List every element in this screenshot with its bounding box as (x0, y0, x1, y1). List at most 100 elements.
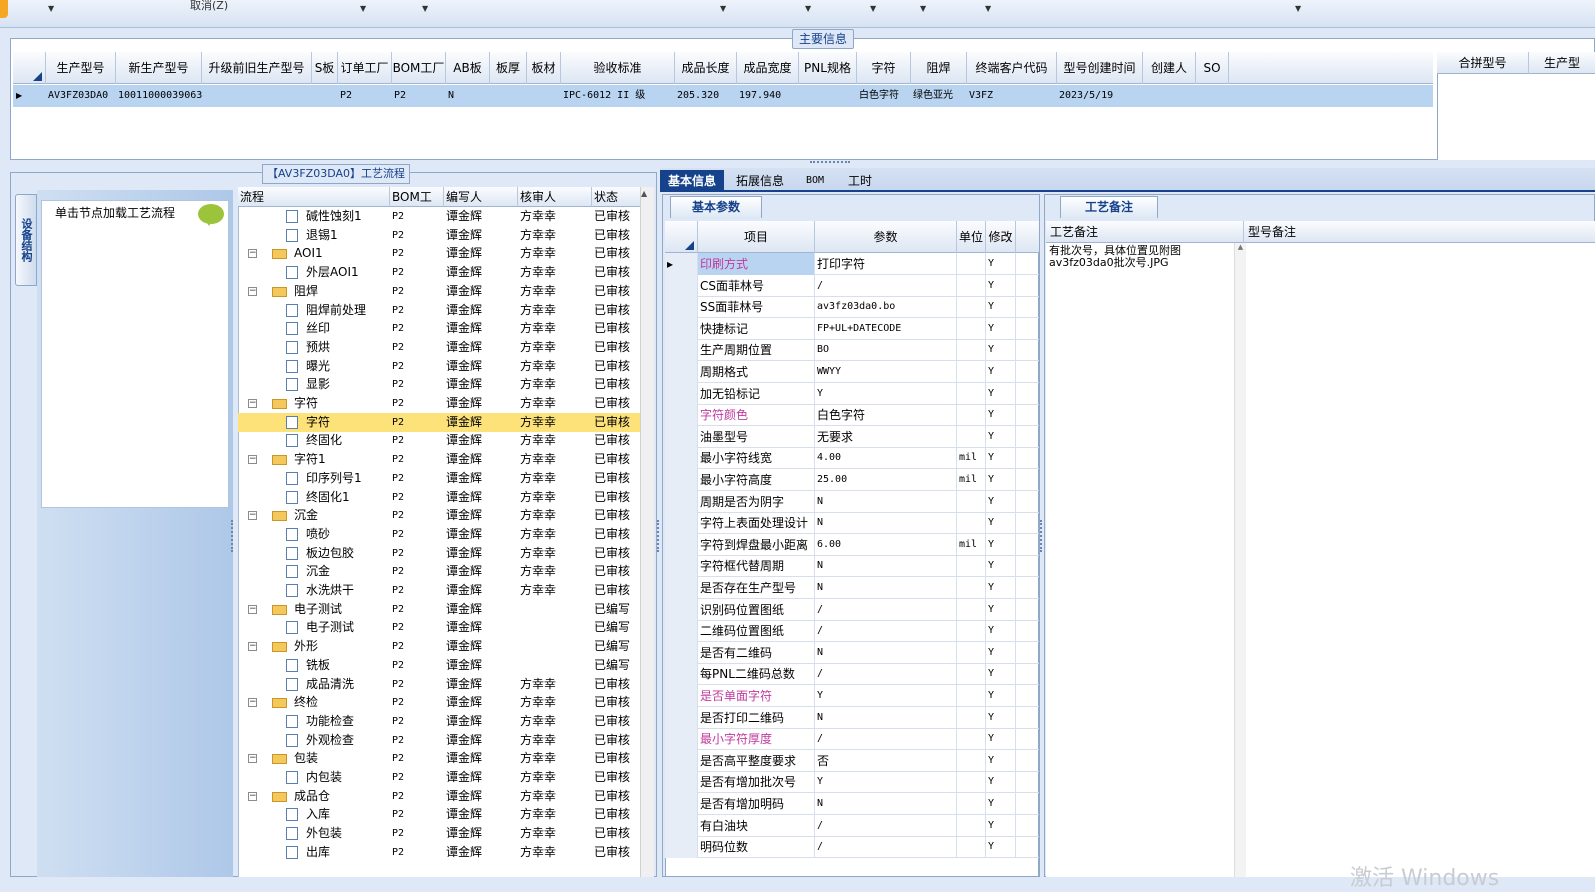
tree-row[interactable]: 碱性蚀刻1 P2 谭金辉 方幸幸 已审核 (238, 207, 640, 226)
row-header[interactable] (665, 512, 698, 535)
param-row[interactable]: 二维码位置图纸 / Y (665, 620, 1039, 643)
param-modify[interactable]: Y (986, 382, 1016, 405)
param-item[interactable]: 快捷标记 (698, 317, 815, 340)
param-value[interactable]: 白色字符 (815, 404, 957, 427)
row-header[interactable] (665, 296, 698, 319)
param-row[interactable]: 油墨型号 无要求 Y (665, 425, 1039, 448)
main-grid-cell[interactable]: N (448, 85, 490, 107)
tree-row[interactable]: 预烘 P2 谭金辉 方幸幸 已审核 (238, 338, 640, 357)
main-col-header[interactable]: 阻焊 (911, 52, 967, 84)
tree-step-name[interactable]: 内包装 (306, 768, 394, 787)
param-value[interactable]: FP+UL+DATECODE (815, 317, 957, 340)
param-value[interactable]: BO (815, 339, 957, 362)
side-tab-equipment[interactable]: 设备结构 (15, 194, 37, 286)
main-grid-cell[interactable]: AV3FZ03DA0 (48, 85, 116, 107)
param-item[interactable]: 最小字符厚度 (698, 728, 815, 751)
main-grid-cell[interactable] (314, 85, 338, 107)
param-item[interactable]: 生产周期位置 (698, 339, 815, 362)
param-value[interactable]: N (815, 512, 957, 535)
tree-scrollbar[interactable] (640, 187, 654, 877)
param-item[interactable]: 字符上表面处理设计 (698, 512, 815, 535)
main-col-header[interactable]: 终端客户代码 (967, 52, 1057, 84)
param-value[interactable]: / (815, 836, 957, 859)
param-item[interactable]: 加无铅标记 (698, 382, 815, 405)
tree-step-name[interactable]: 外层AOI1 (306, 263, 394, 282)
param-item[interactable]: 每PNL二维码总数 (698, 663, 815, 686)
param-value[interactable]: 6.00 (815, 533, 957, 556)
tree-step-name[interactable]: 字符 (294, 394, 394, 413)
main-col-header[interactable]: 成品长度 (675, 52, 737, 84)
dropdown-arrow-icon[interactable]: ▼ (1295, 4, 1301, 13)
main-col-header[interactable]: 新生产型号 (116, 52, 202, 84)
load-process-label[interactable]: 单击节点加载工艺流程 (55, 202, 175, 224)
tree-row[interactable]: 电子测试 P2 谭金辉 已编写 (238, 618, 640, 637)
param-modify[interactable]: Y (986, 361, 1016, 383)
tree-col-header[interactable]: 编写人 (444, 187, 518, 207)
row-header[interactable] (665, 317, 698, 340)
tree-row[interactable]: − 包装 P2 谭金辉 方幸幸 已审核 (238, 749, 640, 768)
param-value[interactable]: N (815, 555, 957, 578)
main-col-header[interactable]: 板材 (527, 52, 561, 84)
tree-step-name[interactable]: AOI1 (294, 244, 394, 263)
param-modify[interactable]: Y (986, 793, 1016, 815)
param-value[interactable]: / (815, 620, 957, 643)
param-row[interactable]: 是否有增加明码 N Y (665, 793, 1039, 815)
tree-step-name[interactable]: 丝印 (306, 319, 394, 338)
tree-step-name[interactable]: 外观检查 (306, 731, 394, 750)
collapse-icon[interactable]: − (248, 754, 257, 764)
param-item[interactable]: 识别码位置图纸 (698, 598, 815, 621)
tree-row[interactable]: − 阻焊 P2 谭金辉 方幸幸 已审核 (238, 282, 640, 301)
main-grid-cell[interactable]: 绿色亚光 (913, 85, 967, 107)
notes-tab[interactable]: 工艺备注 (1060, 196, 1158, 218)
main-col-header[interactable]: 字符 (857, 52, 911, 84)
param-modify[interactable]: Y (986, 339, 1016, 362)
tree-row[interactable]: 沉金 P2 谭金辉 方幸幸 已审核 (238, 562, 640, 581)
merge-col-header[interactable]: 合拼型号 (1437, 52, 1529, 74)
param-row[interactable]: 生产周期位置 BO Y (665, 339, 1039, 362)
param-value[interactable]: Y (815, 685, 957, 707)
main-col-header[interactable]: SO (1196, 52, 1229, 84)
param-modify[interactable]: Y (986, 620, 1016, 643)
row-header[interactable] (665, 598, 698, 621)
tree-step-name[interactable]: 退锡1 (306, 226, 394, 245)
param-modify[interactable]: Y (986, 425, 1016, 448)
dropdown-arrow-icon[interactable]: ▼ (920, 4, 926, 13)
param-modify[interactable]: Y (986, 577, 1016, 599)
param-value[interactable]: 25.00 (815, 469, 957, 491)
tree-step-name[interactable]: 水洗烘干 (306, 581, 394, 600)
row-header[interactable] (665, 663, 698, 686)
param-row[interactable]: 字符上表面处理设计 N Y (665, 512, 1039, 535)
splitter-handle[interactable] (1040, 520, 1043, 552)
collapse-icon[interactable]: − (248, 642, 257, 652)
row-header[interactable] (665, 382, 698, 405)
tree-row[interactable]: 显影 P2 谭金辉 方幸幸 已审核 (238, 375, 640, 394)
main-grid-cell[interactable] (801, 85, 857, 107)
tree-step-name[interactable]: 功能检查 (306, 712, 394, 731)
tree-row[interactable]: − 字符 P2 谭金辉 方幸幸 已审核 (238, 394, 640, 413)
param-modify[interactable]: Y (986, 706, 1016, 729)
param-value[interactable]: 否 (815, 749, 957, 772)
row-header[interactable] (665, 447, 698, 470)
collapse-icon[interactable]: − (248, 399, 257, 408)
param-value[interactable]: 打印字符 (815, 253, 957, 275)
tree-step-name[interactable]: 预烘 (306, 338, 394, 357)
param-item[interactable]: 是否单面字符 (698, 685, 815, 707)
row-header[interactable] (665, 793, 698, 815)
row-header[interactable] (665, 361, 698, 383)
collapse-icon[interactable]: − (248, 455, 257, 465)
tree-row[interactable]: − AOI1 P2 谭金辉 方幸幸 已审核 (238, 244, 640, 263)
tree-step-name[interactable]: 外形 (294, 637, 394, 656)
splitter-handle[interactable] (810, 161, 850, 165)
tree-row[interactable]: 内包装 P2 谭金辉 方幸幸 已审核 (238, 768, 640, 787)
row-header[interactable] (665, 728, 698, 751)
param-value[interactable]: / (815, 814, 957, 837)
param-col-header[interactable]: 修改 (986, 221, 1016, 253)
tree-step-name[interactable]: 字符 (306, 413, 394, 432)
tree-row[interactable]: 板边包胶 P2 谭金辉 方幸幸 已审核 (238, 544, 640, 563)
param-row[interactable]: SS面菲林号 av3fz03da0.bo Y (665, 296, 1039, 319)
tree-row[interactable]: 外观检查 P2 谭金辉 方幸幸 已审核 (238, 731, 640, 750)
main-col-header[interactable]: 订单工厂 (338, 52, 392, 84)
notes-col-header[interactable]: 工艺备注 (1046, 221, 1244, 243)
row-header[interactable] (665, 339, 698, 362)
tree-step-name[interactable]: 碱性蚀刻1 (306, 207, 394, 226)
